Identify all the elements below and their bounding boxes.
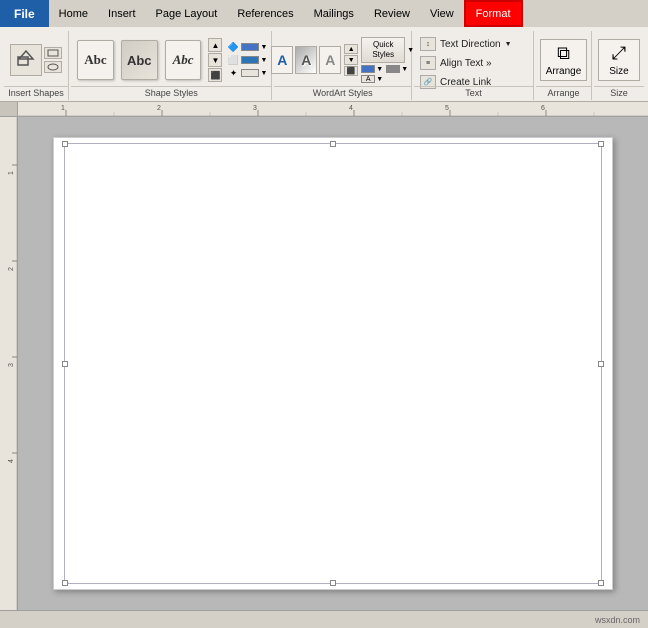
outline-color-arrow[interactable]: ▼ bbox=[260, 57, 267, 64]
status-bar: wsxdn.com bbox=[0, 610, 648, 628]
group-wordart-styles: A A A ▲ ▼ ⬛ Quick Styles ▼ bbox=[274, 31, 412, 100]
handle-bottom-middle[interactable] bbox=[330, 580, 336, 586]
shapes-sub-icon-2[interactable] bbox=[44, 61, 62, 73]
styles-dropdown-open[interactable]: ⬛ bbox=[208, 68, 222, 82]
text-fill-arrow[interactable]: ▼ bbox=[376, 66, 383, 73]
fill-color-swatch[interactable] bbox=[241, 43, 259, 51]
outline-color-swatch[interactable] bbox=[241, 56, 259, 64]
insert-shapes-label: Insert Shapes bbox=[4, 86, 68, 98]
quick-styles-btn[interactable]: Quick Styles bbox=[361, 37, 405, 63]
handle-middle-right[interactable] bbox=[598, 361, 604, 367]
outline-color-icon: ⬜ bbox=[226, 55, 240, 66]
wordart-style-1[interactable]: A bbox=[271, 46, 293, 74]
size-btn[interactable]: ⤢ Size bbox=[598, 39, 640, 81]
size-label: Size bbox=[594, 86, 644, 98]
svg-text:1: 1 bbox=[61, 105, 65, 112]
menu-references[interactable]: References bbox=[227, 0, 303, 27]
align-text-btn[interactable]: ≡ Align Text » bbox=[418, 55, 529, 71]
effect-icon: ✦ bbox=[226, 68, 240, 79]
align-text-icon: ≡ bbox=[420, 56, 436, 70]
svg-text:4: 4 bbox=[8, 459, 15, 463]
arrange-icon: ⧉ bbox=[557, 43, 570, 64]
text-direction-arrow[interactable]: ▼ bbox=[505, 41, 512, 48]
group-shape-styles: Abc Abc Abc ▲ ▼ ⬛ 🔷 ▼ ⬜ bbox=[71, 31, 272, 100]
menu-format[interactable]: Format bbox=[464, 0, 523, 27]
menu-file[interactable]: File bbox=[0, 0, 49, 27]
ruler-area: 1 2 3 4 5 6 bbox=[0, 102, 648, 117]
wordart-arrow-up[interactable]: ▲ bbox=[344, 44, 358, 54]
arrange-btn-label: Arrange bbox=[546, 66, 582, 77]
svg-text:4: 4 bbox=[349, 105, 353, 112]
handle-bottom-right[interactable] bbox=[598, 580, 604, 586]
group-size: ⤢ Size Size bbox=[594, 31, 644, 100]
wordart-style-2[interactable]: A bbox=[295, 46, 317, 74]
handle-top-middle[interactable] bbox=[330, 141, 336, 147]
size-icon: ⤢ bbox=[612, 43, 626, 64]
menu-home[interactable]: Home bbox=[49, 0, 98, 27]
wordart-arrow-open[interactable]: ⬛ bbox=[344, 66, 358, 76]
menu-mailings[interactable]: Mailings bbox=[304, 0, 364, 27]
svg-text:3: 3 bbox=[8, 363, 15, 367]
main-content: 1 2 3 4 bbox=[0, 117, 648, 610]
group-insert-shapes: Insert Shapes bbox=[4, 31, 69, 100]
text-fill-swatch[interactable] bbox=[361, 65, 375, 73]
handle-top-right[interactable] bbox=[598, 141, 604, 147]
group-arrange: ⧉ Arrange Arrange bbox=[536, 31, 592, 100]
text-outline-swatch[interactable] bbox=[386, 65, 400, 73]
effect-label[interactable] bbox=[241, 69, 259, 77]
shape-style-btn-1[interactable]: Abc bbox=[77, 40, 114, 80]
svg-text:3: 3 bbox=[253, 105, 257, 112]
wordart-styles-label: WordArt Styles bbox=[274, 86, 411, 98]
text-effect-btn[interactable]: A bbox=[361, 75, 375, 83]
textbox[interactable] bbox=[64, 143, 602, 584]
styles-dropdown-arrow-down[interactable]: ▼ bbox=[208, 53, 222, 67]
menu-page-layout[interactable]: Page Layout bbox=[146, 0, 228, 27]
shape-styles-label: Shape Styles bbox=[71, 86, 271, 98]
shape-style-btn-2[interactable]: Abc bbox=[121, 40, 158, 80]
shapes-large-icon[interactable] bbox=[10, 44, 42, 76]
ribbon: Insert Shapes Abc Abc Abc ▲ ▼ ⬛ 🔷 ▼ bbox=[0, 27, 648, 102]
quick-styles-label2: Styles bbox=[372, 50, 394, 60]
svg-text:1: 1 bbox=[8, 171, 15, 175]
menu-view[interactable]: View bbox=[420, 0, 464, 27]
status-watermark: wsxdn.com bbox=[595, 615, 640, 625]
document-area bbox=[18, 117, 648, 610]
menu-bar: File Home Insert Page Layout References … bbox=[0, 0, 648, 27]
wordart-style-3[interactable]: A bbox=[319, 46, 341, 74]
ruler-top: 1 2 3 4 5 6 bbox=[18, 102, 648, 117]
text-direction-label: Text Direction bbox=[440, 39, 501, 50]
quick-styles-label: Quick bbox=[373, 40, 393, 50]
fill-color-arrow[interactable]: ▼ bbox=[260, 44, 267, 51]
text-group-label: Text bbox=[414, 86, 533, 98]
svg-text:2: 2 bbox=[8, 267, 15, 271]
arrange-btn[interactable]: ⧉ Arrange bbox=[540, 39, 587, 81]
shape-style-btn-3[interactable]: Abc bbox=[165, 40, 202, 80]
svg-text:2: 2 bbox=[157, 105, 161, 112]
document-page bbox=[53, 137, 613, 590]
ruler-corner bbox=[0, 102, 18, 117]
text-outline-arrow[interactable]: ▼ bbox=[401, 66, 408, 73]
align-text-label: Align Text » bbox=[440, 58, 492, 69]
shapes-sub-icon-1[interactable] bbox=[44, 47, 62, 59]
size-btn-label: Size bbox=[609, 66, 628, 77]
handle-middle-left[interactable] bbox=[62, 361, 68, 367]
styles-dropdown-arrow-up[interactable]: ▲ bbox=[208, 38, 222, 52]
svg-text:5: 5 bbox=[445, 105, 449, 112]
wordart-arrow-down[interactable]: ▼ bbox=[344, 55, 358, 65]
effect-arrow[interactable]: ▼ bbox=[260, 70, 267, 77]
group-text: ↕ Text Direction ▼ ≡ Align Text » 🔗 Crea… bbox=[414, 31, 534, 100]
text-effect-arrow[interactable]: ▼ bbox=[376, 76, 383, 83]
text-direction-icon: ↕ bbox=[420, 37, 436, 51]
menu-insert[interactable]: Insert bbox=[98, 0, 146, 27]
svg-text:6: 6 bbox=[541, 105, 545, 112]
fill-color-icon: 🔷 bbox=[226, 42, 240, 53]
arrange-label: Arrange bbox=[536, 86, 591, 98]
handle-bottom-left[interactable] bbox=[62, 580, 68, 586]
menu-review[interactable]: Review bbox=[364, 0, 420, 27]
left-ruler: 1 2 3 4 bbox=[0, 117, 18, 610]
handle-top-left[interactable] bbox=[62, 141, 68, 147]
text-direction-btn[interactable]: ↕ Text Direction ▼ bbox=[418, 36, 529, 52]
